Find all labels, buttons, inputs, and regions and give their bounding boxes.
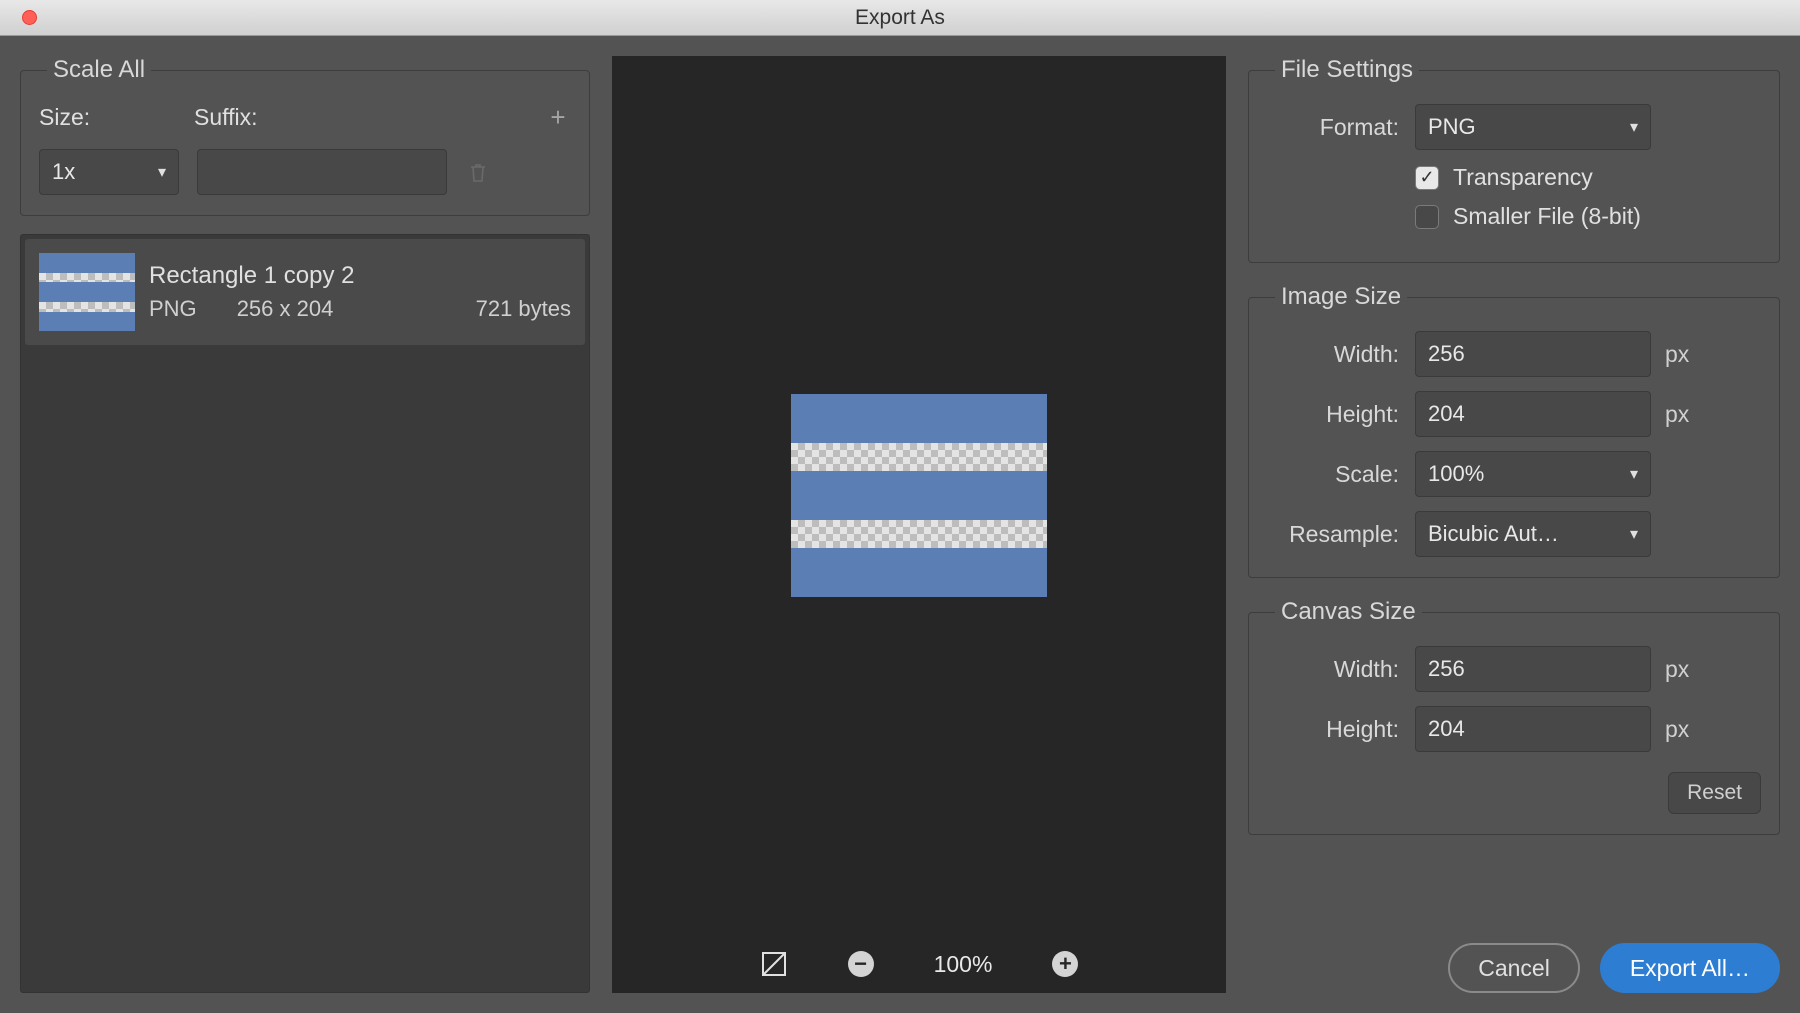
canvas-height-input[interactable]	[1415, 706, 1651, 752]
resample-select[interactable]: Bicubic Aut… ▾	[1415, 511, 1651, 557]
add-scale-button[interactable]: +	[545, 105, 571, 131]
scale-select-value: 100%	[1428, 461, 1484, 487]
canvas-width-label: Width:	[1267, 656, 1415, 683]
export-all-button[interactable]: Export All…	[1600, 943, 1780, 993]
file-settings-group: File Settings Format: PNG ▾ ✓ Transparen…	[1248, 56, 1780, 263]
format-select-value: PNG	[1428, 114, 1476, 140]
zoom-in-button[interactable]: +	[1052, 951, 1078, 977]
transparency-checkbox[interactable]: ✓	[1415, 166, 1439, 190]
resample-label: Resample:	[1267, 521, 1415, 548]
chevron-down-icon: ▾	[1630, 524, 1638, 544]
suffix-label: Suffix:	[194, 104, 545, 131]
asset-filesize: 721 bytes	[476, 296, 571, 322]
zoom-out-button[interactable]: −	[848, 951, 874, 977]
reset-button[interactable]: Reset	[1668, 772, 1761, 814]
format-label: Format:	[1267, 114, 1415, 141]
format-select[interactable]: PNG ▾	[1415, 104, 1651, 150]
dialog-content: Scale All Size: Suffix: + 1x ▾	[0, 36, 1800, 1013]
chevron-down-icon: ▾	[1630, 464, 1638, 484]
chevron-down-icon: ▾	[158, 162, 166, 182]
px-unit: px	[1665, 716, 1689, 743]
window-title: Export As	[855, 6, 945, 30]
canvas-width-input[interactable]	[1415, 646, 1651, 692]
right-panel: File Settings Format: PNG ▾ ✓ Transparen…	[1248, 56, 1780, 993]
preview-area	[612, 56, 1226, 935]
size-select-value: 1x	[52, 159, 75, 185]
cancel-button[interactable]: Cancel	[1448, 943, 1580, 993]
close-window-icon[interactable]	[22, 10, 37, 25]
asset-item[interactable]: Rectangle 1 copy 2 PNG 256 x 204 721 byt…	[25, 239, 585, 345]
image-size-legend: Image Size	[1275, 283, 1407, 311]
color-proof-icon[interactable]	[760, 950, 788, 978]
smaller-file-checkbox[interactable]	[1415, 205, 1439, 229]
image-width-input[interactable]	[1415, 331, 1651, 377]
asset-format: PNG	[149, 296, 197, 322]
size-select[interactable]: 1x ▾	[39, 149, 179, 195]
resample-select-value: Bicubic Aut…	[1428, 521, 1559, 547]
image-width-label: Width:	[1267, 341, 1415, 368]
size-label: Size:	[39, 104, 194, 131]
zoom-toolbar: − 100% +	[612, 935, 1226, 993]
asset-dimensions: 256 x 204	[237, 296, 334, 322]
titlebar: Export As	[0, 0, 1800, 36]
dialog-buttons: Cancel Export All…	[1248, 925, 1780, 993]
scale-select[interactable]: 100% ▾	[1415, 451, 1651, 497]
asset-list: Rectangle 1 copy 2 PNG 256 x 204 721 byt…	[20, 234, 590, 993]
left-panel: Scale All Size: Suffix: + 1x ▾	[20, 56, 590, 993]
px-unit: px	[1665, 401, 1689, 428]
transparency-label: Transparency	[1453, 164, 1593, 191]
image-height-input[interactable]	[1415, 391, 1651, 437]
export-button-label: Export All…	[1630, 955, 1750, 982]
canvas-size-legend: Canvas Size	[1275, 598, 1422, 626]
canvas-size-group: Canvas Size Width: px Height: px Reset	[1248, 598, 1780, 835]
scale-all-legend: Scale All	[47, 56, 151, 84]
file-settings-legend: File Settings	[1275, 56, 1419, 84]
image-size-group: Image Size Width: px Height: px Scale: 1…	[1248, 283, 1780, 578]
px-unit: px	[1665, 341, 1689, 368]
cancel-button-label: Cancel	[1478, 955, 1550, 982]
asset-name: Rectangle 1 copy 2	[149, 262, 571, 290]
zoom-value: 100%	[934, 951, 993, 978]
asset-thumbnail	[39, 253, 135, 331]
suffix-input[interactable]	[197, 149, 447, 195]
smaller-file-label: Smaller File (8-bit)	[1453, 203, 1641, 230]
preview-panel: − 100% +	[612, 56, 1226, 993]
image-height-label: Height:	[1267, 401, 1415, 428]
scale-label: Scale:	[1267, 461, 1415, 488]
scale-all-group: Scale All Size: Suffix: + 1x ▾	[20, 56, 590, 216]
chevron-down-icon: ▾	[1630, 117, 1638, 137]
trash-icon[interactable]	[465, 161, 491, 183]
canvas-height-label: Height:	[1267, 716, 1415, 743]
px-unit: px	[1665, 656, 1689, 683]
preview-image	[791, 394, 1047, 598]
